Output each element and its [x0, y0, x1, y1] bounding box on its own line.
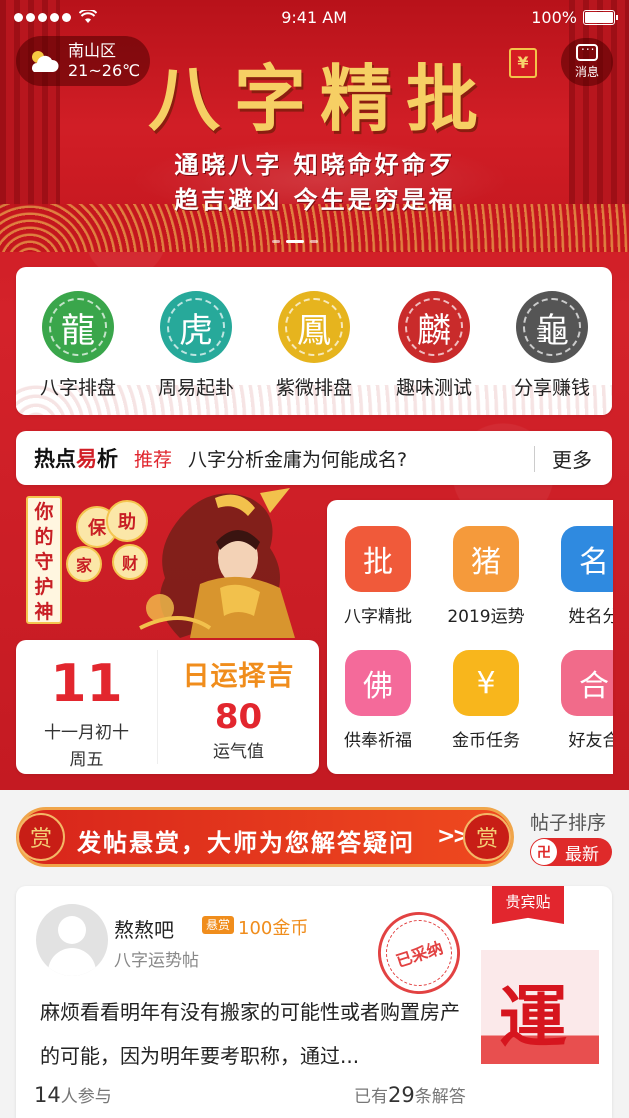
- battery-icon: [582, 9, 618, 25]
- signal-icon: [14, 12, 71, 22]
- feature-label: 供奉祈福: [344, 731, 412, 751]
- feature-label: 金币任务: [452, 731, 520, 751]
- zodiac-medal-icon: 鳳: [278, 291, 350, 363]
- thumbnail-character: 運: [499, 978, 568, 1058]
- almanac-lunar-date: 十一月初十: [44, 723, 129, 743]
- feature-icon: 佛: [345, 650, 411, 716]
- almanac-card[interactable]: 11 十一月初十 周五 日运择吉 80 运气值: [16, 640, 319, 774]
- weather-temperature: 21~26℃: [68, 61, 141, 80]
- zodiac-medal-icon: 虎: [160, 291, 232, 363]
- reward-banner-text: 发帖悬赏，大师为您解答疑问: [77, 828, 415, 857]
- banner-pager: [272, 240, 318, 243]
- almanac-title: 日运择吉: [182, 661, 295, 692]
- quick-nav-item[interactable]: 麟趣味测试: [376, 291, 492, 400]
- hot-topic-title: 热点易析: [34, 447, 118, 471]
- quick-nav-item[interactable]: 龍八字排盘: [20, 291, 136, 400]
- feature-icon: ¥: [453, 650, 519, 716]
- coin-jia: 家: [66, 546, 102, 582]
- avatar[interactable]: [36, 904, 108, 976]
- pager-dot[interactable]: [286, 240, 304, 243]
- pager-dot[interactable]: [310, 240, 318, 243]
- vip-ribbon: 贵宾贴: [492, 886, 564, 924]
- answers-count: 已有29条解答: [354, 1083, 466, 1107]
- hot-topic-bar[interactable]: 热点易析 推荐 八字分析金庸为何能成名? 更多: [16, 431, 612, 485]
- quick-nav-label: 趣味测试: [395, 377, 472, 399]
- quick-nav-item[interactable]: 鳳紫微排盘: [256, 291, 372, 400]
- reward-coins: 100金币: [238, 918, 309, 939]
- weather-location: 南山区: [68, 41, 117, 60]
- participants-count: 14人参与: [34, 1083, 112, 1107]
- sort-label: 帖子排序: [530, 812, 607, 834]
- weather-widget[interactable]: 南山区 21~26℃: [16, 36, 150, 86]
- almanac-weekday: 周五: [69, 750, 104, 770]
- feature-icon: 名: [561, 526, 613, 592]
- hot-topic-headline[interactable]: 八字分析金庸为何能成名?: [188, 445, 407, 472]
- post-thumbnail[interactable]: 運: [481, 950, 599, 1064]
- banner-line-1: 通晓八字 知晓命好命歹: [174, 151, 456, 179]
- quick-nav-card: 龍八字排盘虎周易起卦鳳紫微排盘麟趣味测试龜分享赚钱: [16, 267, 612, 415]
- quick-nav-item[interactable]: 龜分享赚钱: [494, 291, 610, 400]
- red-packet-icon[interactable]: ¥: [509, 48, 537, 78]
- cloud-sun-icon: [32, 51, 59, 72]
- feature-item[interactable]: 名姓名分: [539, 526, 613, 627]
- luck-score: 80: [214, 697, 263, 737]
- post-reward-banner[interactable]: 赏 发帖悬赏，大师为您解答疑问 >>>> 赏: [16, 807, 514, 867]
- sort-button-label: 最新: [565, 844, 599, 865]
- more-link[interactable]: 更多: [552, 444, 592, 473]
- banner-title: 八字精批: [147, 56, 492, 141]
- feature-label: 姓名分: [568, 607, 614, 627]
- pager-dot[interactable]: [272, 240, 280, 243]
- feature-label: 八字精批: [344, 607, 412, 627]
- feature-item[interactable]: ¥ 金币任务: [431, 650, 541, 751]
- feature-icon: 批: [345, 526, 411, 592]
- sort-latest-button[interactable]: 卍 最新: [530, 838, 612, 866]
- banner-line-2: 趋吉避凶 今生是穷是福: [174, 186, 456, 214]
- feature-label: 好友合: [568, 731, 614, 751]
- feature-item[interactable]: 猪 2019运势: [431, 526, 541, 627]
- status-bar: 9:41 AM 100%: [0, 0, 629, 34]
- almanac-day: 11: [50, 654, 123, 714]
- guardian-goddess-illustration[interactable]: [120, 488, 310, 638]
- zodiac-medal-icon: 龍: [42, 291, 114, 363]
- feature-label: 2019运势: [447, 607, 525, 627]
- feature-item[interactable]: 批八字精批: [327, 526, 433, 627]
- divider: [534, 446, 535, 472]
- zodiac-medal-icon: 麟: [398, 291, 470, 363]
- feature-grid: 批八字精批猪 2019运势名姓名分佛供奉祈福 ¥ 金币任务合好友合: [327, 500, 613, 774]
- post-card[interactable]: 熬熬吧 悬赏 100金币 八字运势帖 已采纳 麻烦看看明年有没有搬家的可能性或者…: [16, 886, 612, 1118]
- quick-nav-label: 八字排盘: [39, 377, 116, 399]
- post-username[interactable]: 熬熬吧: [114, 914, 174, 943]
- message-button[interactable]: 消息: [561, 38, 613, 86]
- message-label: 消息: [574, 65, 599, 79]
- sort-icon: 卍: [531, 839, 557, 865]
- feature-icon: 合: [561, 650, 613, 716]
- quick-nav-item[interactable]: 虎周易起卦: [138, 291, 254, 400]
- hot-topic-tag: 推荐: [134, 448, 173, 471]
- post-body[interactable]: 麻烦看看明年有没有搬家的可能性或者购置房产的可能，因为明年要考职称，通过...: [40, 990, 478, 1078]
- reward-badge: 悬赏: [202, 916, 234, 934]
- battery-percent: 100%: [531, 7, 577, 27]
- feature-item[interactable]: 合好友合: [539, 650, 613, 751]
- luck-score-label: 运气值: [213, 742, 264, 762]
- reward-right-emblem: 赏: [463, 813, 511, 861]
- chat-bubble-icon: [576, 39, 598, 61]
- reward-left-emblem: 赏: [17, 813, 65, 861]
- post-category: 八字运势帖: [114, 951, 199, 971]
- status-time: 9:41 AM: [281, 7, 347, 27]
- feature-icon: 猪: [453, 526, 519, 592]
- wifi-icon: [79, 10, 97, 23]
- quick-nav-label: 周易起卦: [157, 377, 234, 399]
- feature-item[interactable]: 佛供奉祈福: [327, 650, 433, 751]
- quick-nav-label: 紫微排盘: [275, 377, 352, 399]
- zodiac-medal-icon: 龜: [516, 291, 588, 363]
- quick-nav-label: 分享赚钱: [513, 377, 590, 399]
- guardian-label: 你的守护神: [26, 496, 62, 624]
